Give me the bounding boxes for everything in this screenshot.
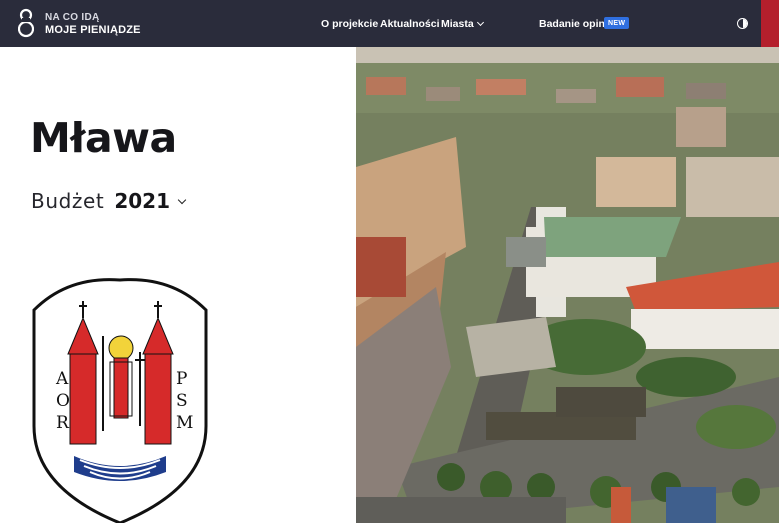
logo-text: NA CO IDĄ MOJE PIENIĄDZE xyxy=(45,11,141,37)
accent-strip xyxy=(761,0,779,47)
budget-year: 2021 xyxy=(114,189,171,213)
logo-line-2: MOJE PIENIĄDZE xyxy=(45,24,141,36)
budget-year-selector[interactable]: Budżet 2021 xyxy=(31,189,187,213)
new-badge: NEW xyxy=(604,17,630,29)
svg-text:O: O xyxy=(56,391,70,411)
nav-link-news[interactable]: Aktualności xyxy=(380,0,440,47)
chevron-down-icon xyxy=(177,195,187,205)
svg-text:P: P xyxy=(176,369,187,389)
logo-line-1: NA CO IDĄ xyxy=(45,12,100,23)
svg-text:M: M xyxy=(176,413,193,433)
top-navigation-bar: NA CO IDĄ MOJE PIENIĄDZE O projekcie Akt… xyxy=(0,0,779,47)
site-logo[interactable]: NA CO IDĄ MOJE PIENIĄDZE xyxy=(18,8,141,40)
nav-link-survey[interactable]: Badanie opinii xyxy=(539,0,611,47)
nav-dropdown-cities[interactable]: Miasta xyxy=(441,0,484,47)
chevron-down-icon xyxy=(476,18,484,26)
aerial-city-photo xyxy=(356,47,779,523)
svg-text:A: A xyxy=(55,369,69,389)
city-title: Mława xyxy=(30,114,177,162)
nav-cities-label: Miasta xyxy=(441,17,474,30)
nav-link-about[interactable]: O projekcie xyxy=(321,0,378,47)
svg-text:R: R xyxy=(56,413,70,433)
contrast-icon[interactable] xyxy=(737,18,748,29)
svg-text:S: S xyxy=(176,391,188,411)
budget-label: Budżet xyxy=(31,189,105,213)
padlock-logo-icon xyxy=(18,8,34,38)
coat-of-arms-image: A O R P S M xyxy=(32,278,208,523)
